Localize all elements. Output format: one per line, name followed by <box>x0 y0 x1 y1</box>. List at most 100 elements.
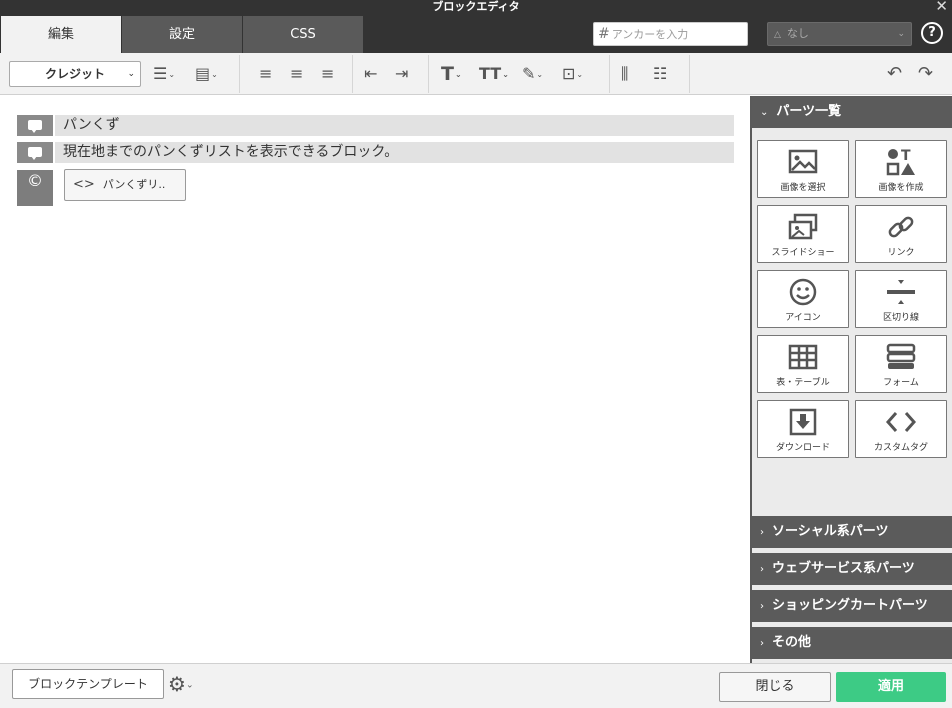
font-size-icon[interactable]: TT⌄ <box>479 63 509 85</box>
tile-label: アイコン <box>785 313 821 323</box>
toolbar-divider <box>609 55 610 93</box>
copyright-icon[interactable]: © <box>17 170 53 206</box>
shapes-icon: T <box>886 148 915 176</box>
tile-create-image[interactable]: T 画像を作成 <box>855 140 947 198</box>
section-label: ウェブサービス系パーツ <box>772 561 915 576</box>
window-title: ブロックエディタ <box>432 0 520 13</box>
custom-tag-label: パンくずリ.. <box>102 178 166 191</box>
title-bar: ブロックエディタ ✕ <box>0 0 952 14</box>
tab-settings[interactable]: 設定 <box>122 16 242 53</box>
align-left-icon[interactable]: ≡ <box>259 63 272 85</box>
tile-label: 表・テーブル <box>776 378 830 388</box>
help-icon[interactable]: ? <box>921 22 943 44</box>
class-select[interactable]: △ なし ⌄ <box>767 22 912 46</box>
tile-icon[interactable]: アイコン <box>757 270 849 328</box>
chevron-right-icon: › <box>760 527 764 538</box>
section-label: その他 <box>772 635 812 650</box>
clear-format-icon[interactable]: ☷ <box>653 63 667 85</box>
block-template-button[interactable]: ブロックテンプレート <box>12 669 164 699</box>
section-label: ショッピングカートパーツ <box>772 598 928 613</box>
close-button[interactable]: 閉じる <box>719 672 831 702</box>
chevron-right-icon: › <box>760 638 764 649</box>
image-icon <box>788 149 818 174</box>
parts-header-label: パーツ一覧 <box>776 104 842 119</box>
columns-icon[interactable]: ⫼ <box>621 63 628 85</box>
eyedropper-icon[interactable]: ✎⌄ <box>522 63 543 85</box>
bullet-list-icon[interactable]: ☰⌄ <box>153 63 175 85</box>
tab-edit[interactable]: 編集 <box>1 16 121 53</box>
tile-label: 画像を選択 <box>780 183 826 193</box>
section-social[interactable]: › ソーシャル系パーツ <box>752 516 952 548</box>
tile-form[interactable]: フォーム <box>855 335 947 393</box>
block-format-icon[interactable]: ▤⌄ <box>195 63 218 85</box>
chevron-down-icon: ⌄ <box>897 29 905 39</box>
format-toolbar: クレジット ⌄ ☰⌄ ▤⌄ ≡ ≡ ≡ ⇤ ⇥ T⌄ TT⌄ ✎⌄ ⊡⌄ ⫼ ☷… <box>0 53 952 95</box>
undo-icon[interactable]: ↶ <box>887 63 902 85</box>
tab-css[interactable]: CSS <box>243 16 363 53</box>
tile-select-image[interactable]: 画像を選択 <box>757 140 849 198</box>
toolbar-divider <box>239 55 240 93</box>
chevron-right-icon: › <box>760 601 764 612</box>
slideshow-icon <box>788 213 818 240</box>
tile-label: ダウンロード <box>775 443 830 453</box>
comment-text[interactable]: パンくず <box>55 115 734 136</box>
parts-header[interactable]: ⌄ パーツ一覧 <box>752 96 952 128</box>
code-icon: <> <box>73 177 95 192</box>
class-select-value: なし <box>786 27 809 40</box>
block-type-select[interactable]: クレジット ⌄ <box>9 61 141 87</box>
table-icon <box>788 344 818 370</box>
chevron-down-icon: ⌄ <box>127 69 135 79</box>
tile-table[interactable]: 表・テーブル <box>757 335 849 393</box>
link-icon <box>888 216 914 238</box>
chevron-down-icon: ⌄ <box>760 107 769 118</box>
tile-label: 区切り線 <box>882 313 919 323</box>
parts-panel: ⌄ パーツ一覧 画像を選択 T 画像を作成 スライドショー リンク アイコン 区切… <box>750 96 952 663</box>
gear-icon[interactable]: ⚙⌄ <box>168 673 193 697</box>
section-label: ソーシャル系パーツ <box>772 524 889 539</box>
section-webservice[interactable]: › ウェブサービス系パーツ <box>752 553 952 585</box>
tile-label: 画像を作成 <box>878 183 924 193</box>
tile-label: フォーム <box>883 378 919 388</box>
apply-button[interactable]: 適用 <box>836 672 946 702</box>
comment-icon <box>17 115 53 136</box>
svg-text:T: T <box>901 148 911 164</box>
align-center-icon[interactable]: ≡ <box>290 63 303 85</box>
toolbar-divider <box>689 55 690 93</box>
download-icon <box>789 408 817 436</box>
smiley-icon <box>789 278 817 306</box>
comment-text[interactable]: 現在地までのパンくずリストを表示できるブロック。 <box>55 142 734 163</box>
text-box-icon[interactable]: ⊡⌄ <box>562 63 583 85</box>
tile-label: スライドショー <box>771 248 835 258</box>
section-other[interactable]: › その他 <box>752 627 952 659</box>
redo-icon[interactable]: ↷ <box>918 63 933 85</box>
text-style-icon[interactable]: T⌄ <box>441 63 462 85</box>
anchor-input[interactable]: # アンカーを入力 <box>593 22 748 46</box>
align-right-icon[interactable]: ≡ <box>321 63 334 85</box>
toolbar-divider <box>352 55 353 93</box>
tile-label: カスタムタグ <box>873 443 928 453</box>
tile-divider[interactable]: 区切り線 <box>855 270 947 328</box>
divider-icon <box>887 280 915 304</box>
code-icon <box>885 412 917 432</box>
form-icon <box>886 343 916 369</box>
indent-icon[interactable]: ⇥ <box>395 63 408 85</box>
tile-label: リンク <box>887 248 915 258</box>
hash-icon: # <box>598 26 610 42</box>
block-type-value: クレジット <box>44 67 105 81</box>
editor-area[interactable]: パンくず 現在地までのパンくずリストを表示できるブロック。 © <> パンくずリ.… <box>0 96 750 663</box>
custom-tag-button[interactable]: <> パンくずリ.. <box>64 169 186 201</box>
outdent-icon[interactable]: ⇤ <box>364 63 377 85</box>
anchor-placeholder: アンカーを入力 <box>611 28 689 41</box>
tile-link[interactable]: リンク <box>855 205 947 263</box>
tab-bar: 編集 設定 CSS # アンカーを入力 △ なし ⌄ ? <box>0 14 952 53</box>
comment-icon <box>17 142 53 163</box>
chevron-right-icon: › <box>760 564 764 575</box>
tile-download[interactable]: ダウンロード <box>757 400 849 458</box>
footer-bar: ブロックテンプレート ⚙⌄ 閉じる 適用 <box>0 663 952 708</box>
tile-slideshow[interactable]: スライドショー <box>757 205 849 263</box>
close-icon[interactable]: ✕ <box>935 0 948 14</box>
triangle-icon: △ <box>774 30 781 40</box>
toolbar-divider <box>428 55 429 93</box>
tile-custom-tag[interactable]: カスタムタグ <box>855 400 947 458</box>
section-shopping[interactable]: › ショッピングカートパーツ <box>752 590 952 622</box>
